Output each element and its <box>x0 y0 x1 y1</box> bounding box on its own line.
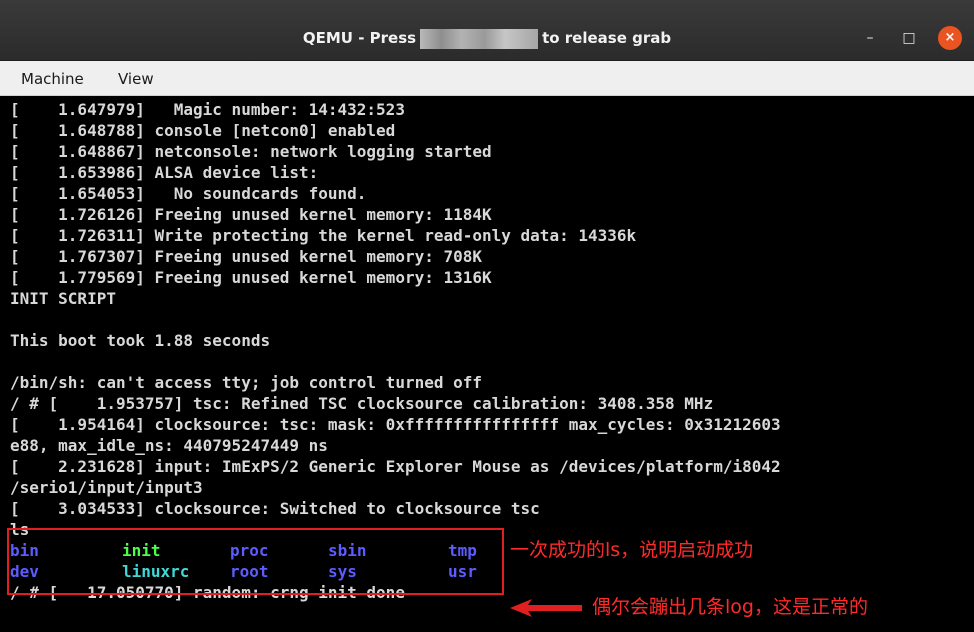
console-line: [ 1.779569] Freeing unused kernel memory… <box>10 268 492 287</box>
console-line: [ 1.647979] Magic number: 14:432:523 <box>10 100 405 119</box>
console-line: /bin/sh: can't access tty; job control t… <box>10 373 483 392</box>
left-arrow-icon <box>510 599 582 617</box>
console-line: [ 1.648867] netconsole: network logging … <box>10 142 492 161</box>
console-line: [ 2.231628] input: ImExPS/2 Generic Expl… <box>10 457 781 476</box>
close-button[interactable]: × <box>938 26 962 50</box>
title-bar[interactable]: QEMU - Press to release grab – □ × <box>0 0 974 61</box>
window-title-suffix: to release grab <box>542 29 672 47</box>
maximize-button[interactable]: □ <box>897 26 921 50</box>
ls-highlight-box <box>7 528 504 595</box>
console-line: INIT SCRIPT <box>10 289 116 308</box>
console-line: [ 3.034533] clocksource: Switched to clo… <box>10 499 540 518</box>
minimize-button[interactable]: – <box>858 26 882 50</box>
console-line: [ 1.653986] ALSA device list: <box>10 163 319 182</box>
console-line: [ 1.648788] console [netcon0] enabled <box>10 121 396 140</box>
console-line: [ 1.726311] Write protecting the kernel … <box>10 226 637 245</box>
menu-machine[interactable]: Machine <box>21 69 84 89</box>
console-line: [ 1.954164] clocksource: tsc: mask: 0xff… <box>10 415 781 434</box>
console-line: [ 1.654053] No soundcards found. <box>10 184 367 203</box>
console-line: This boot took 1.88 seconds <box>10 331 271 350</box>
console-line: [ 1.726126] Freeing unused kernel memory… <box>10 205 492 224</box>
menu-bar: Machine View <box>0 61 974 96</box>
console-line: /serio1/input/input3 <box>10 478 203 497</box>
ls-annotation: 一次成功的ls，说明启动成功 <box>510 539 754 561</box>
console-line: [ 1.767307] Freeing unused kernel memory… <box>10 247 483 266</box>
log-annotation: 偶尔会蹦出几条log，这是正常的 <box>592 596 868 618</box>
console-line: e88, max_idle_ns: 440795247449 ns <box>10 436 328 455</box>
menu-view[interactable]: View <box>118 69 154 89</box>
window-title: QEMU - Press to release grab <box>0 28 974 49</box>
window-title-prefix: QEMU - Press <box>302 29 417 47</box>
console-line: / # [ 1.953757] tsc: Refined TSC clockso… <box>10 394 714 413</box>
qemu-window: QEMU - Press to release grab – □ × Machin… <box>0 0 974 632</box>
redacted-key-combo <box>420 28 539 49</box>
